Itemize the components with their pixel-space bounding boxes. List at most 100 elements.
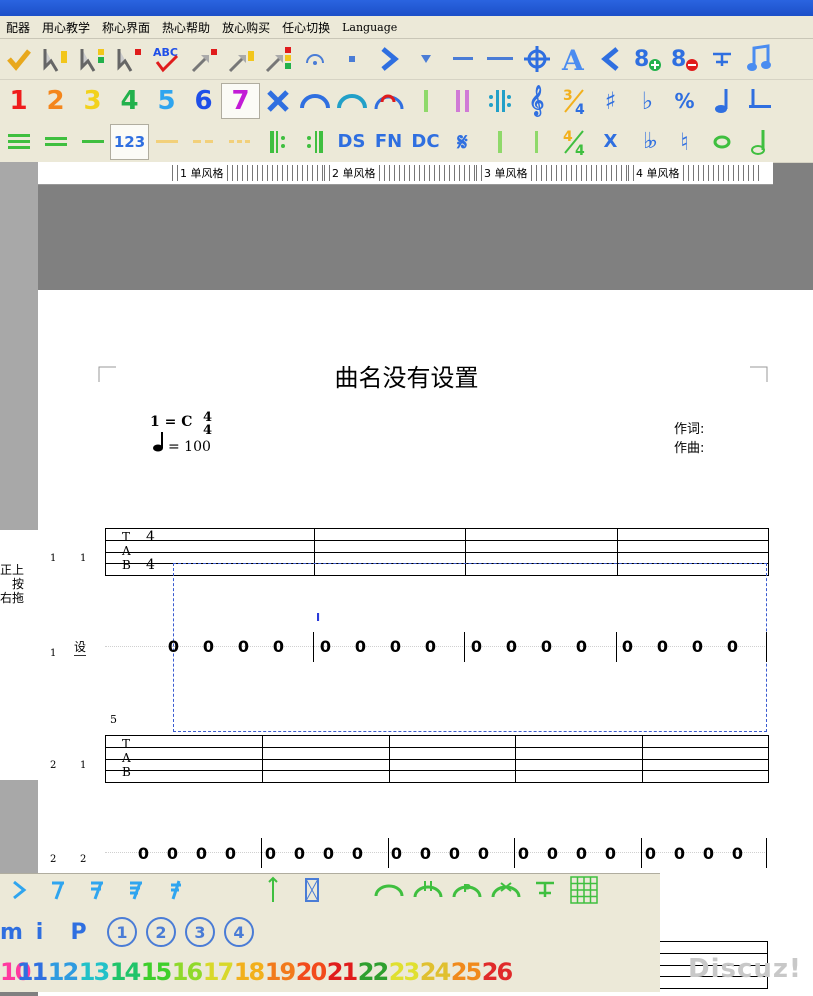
- single-line-icon[interactable]: [74, 125, 111, 159]
- rest-note[interactable]: 0: [610, 637, 645, 656]
- tie-symbol-icon[interactable]: [703, 42, 740, 76]
- repeat-bar-icon[interactable]: [481, 84, 518, 118]
- treble-clef-icon[interactable]: 𝄞: [518, 84, 555, 118]
- turn-p-icon[interactable]: P: [447, 879, 486, 907]
- finger-i-button[interactable]: i: [20, 920, 59, 945]
- repeat-end-icon[interactable]: [296, 125, 333, 159]
- jianpu-measure[interactable]: 0000: [256, 844, 372, 863]
- rest-note[interactable]: 0: [191, 637, 226, 656]
- tab-staff[interactable]: T A B: [105, 735, 769, 783]
- segno-icon[interactable]: 𝄋: [444, 125, 481, 159]
- rest-note[interactable]: 0: [378, 637, 413, 656]
- menu-tutorial[interactable]: 用心教学: [36, 19, 96, 36]
- bar-green-thin-icon[interactable]: [518, 125, 555, 159]
- dc-button[interactable]: DC: [407, 125, 444, 159]
- rest-note[interactable]: 0: [680, 637, 715, 656]
- select-arrow-yellow-icon[interactable]: [37, 42, 74, 76]
- select-arrow-green-icon[interactable]: [74, 42, 111, 76]
- arrow-yellow-icon[interactable]: [222, 42, 259, 76]
- tie-icon[interactable]: [333, 84, 370, 118]
- composer-label[interactable]: 作曲:: [674, 437, 704, 456]
- arrow-traffic-icon[interactable]: [259, 42, 296, 76]
- jianpu-measure[interactable]: 0000: [382, 844, 498, 863]
- string-2-button[interactable]: 2: [146, 917, 176, 947]
- mordent-icon[interactable]: [369, 880, 408, 906]
- repeat-start-icon[interactable]: [259, 125, 296, 159]
- long-dash-icon[interactable]: [481, 42, 518, 76]
- double-bar-icon[interactable]: [444, 84, 481, 118]
- ruler-segment[interactable]: 3 单风格: [476, 165, 630, 181]
- fret-20-button[interactable]: 20: [295, 958, 327, 986]
- dot-icon[interactable]: [333, 42, 370, 76]
- dash-note-icon[interactable]: [740, 84, 777, 118]
- quarter-note-icon[interactable]: [703, 84, 740, 118]
- row-settings-label[interactable]: 设: [74, 638, 87, 656]
- fret-21-button[interactable]: 21: [326, 958, 358, 986]
- percent-icon[interactable]: %: [666, 84, 703, 118]
- crosshair-icon[interactable]: [518, 42, 555, 76]
- rest-note[interactable]: 0: [226, 637, 261, 656]
- x-button[interactable]: X: [592, 125, 629, 159]
- string-3-button[interactable]: 3: [185, 917, 215, 947]
- fret-19-button[interactable]: 19: [264, 958, 296, 986]
- rest-note[interactable]: 0: [564, 637, 599, 656]
- fret-25-button[interactable]: 25: [450, 958, 482, 986]
- ruler-segment[interactable]: 4 单风格: [628, 165, 760, 181]
- underline-dashed-icon[interactable]: [185, 125, 222, 159]
- double-line-icon[interactable]: [37, 125, 74, 159]
- strum-2-icon[interactable]: [78, 877, 117, 909]
- natural-icon[interactable]: ♮: [666, 125, 703, 159]
- rest-note[interactable]: 0: [413, 637, 448, 656]
- fret-15-button[interactable]: 15: [140, 958, 172, 986]
- note-6-button[interactable]: 6: [185, 84, 222, 118]
- jianpu-measure[interactable]: 0000: [636, 844, 752, 863]
- time-signature[interactable]: 4 4: [203, 411, 212, 437]
- rest-note[interactable]: 0: [216, 844, 245, 863]
- jianpu-measure[interactable]: 0000: [156, 637, 296, 656]
- rest-note[interactable]: 0: [645, 637, 680, 656]
- rest-note[interactable]: 0: [509, 844, 538, 863]
- fret-13-button[interactable]: 13: [78, 958, 110, 986]
- note-5-button[interactable]: 5: [148, 84, 185, 118]
- fret-10-button[interactable]: 10: [0, 958, 31, 986]
- rest-note[interactable]: 0: [469, 844, 498, 863]
- rest-note[interactable]: 0: [411, 844, 440, 863]
- spell-check-icon[interactable]: ABC: [148, 42, 185, 76]
- menu-language[interactable]: Language: [336, 21, 403, 34]
- select-arrow-red-icon[interactable]: [111, 42, 148, 76]
- underline-solid-icon[interactable]: [148, 125, 185, 159]
- checkmark-icon[interactable]: [0, 42, 37, 76]
- rest-note[interactable]: 0: [129, 844, 158, 863]
- rest-note[interactable]: 0: [636, 844, 665, 863]
- fn-button[interactable]: FN: [370, 125, 407, 159]
- rest-note[interactable]: 0: [596, 844, 625, 863]
- fret-24-button[interactable]: 24: [419, 958, 451, 986]
- rest-note[interactable]: 0: [538, 844, 567, 863]
- box-bracket-icon[interactable]: [292, 877, 331, 909]
- rest-note[interactable]: 0: [343, 637, 378, 656]
- strum-4-icon[interactable]: [156, 877, 195, 909]
- rest-note[interactable]: 0: [158, 844, 187, 863]
- bar-green-icon[interactable]: [481, 125, 518, 159]
- ruler-segment[interactable]: 1 单风格: [172, 165, 326, 181]
- rest-note[interactable]: 0: [343, 844, 372, 863]
- string-1-button[interactable]: 1: [107, 917, 137, 947]
- rest-note[interactable]: 0: [567, 844, 596, 863]
- rest-note[interactable]: 0: [156, 637, 191, 656]
- note-4-button[interactable]: 4: [111, 84, 148, 118]
- string-4-button[interactable]: 4: [224, 917, 254, 947]
- note-1-button[interactable]: 1: [0, 84, 37, 118]
- turn-x-icon[interactable]: [486, 879, 525, 907]
- jianpu-measure[interactable]: 0000: [610, 637, 750, 656]
- rest-note[interactable]: 0: [440, 844, 469, 863]
- note-2-button[interactable]: 2: [37, 84, 74, 118]
- ruler-segment[interactable]: 2 单风格: [324, 165, 478, 181]
- menu-help[interactable]: 热心帮助: [156, 19, 216, 36]
- chevron-left-icon[interactable]: [592, 42, 629, 76]
- ds-button[interactable]: DS: [333, 125, 370, 159]
- key-signature[interactable]: 1 = C: [150, 414, 192, 430]
- tie-bracket-icon[interactable]: [525, 879, 564, 907]
- triangle-down-icon[interactable]: [407, 42, 444, 76]
- fret-16-button[interactable]: 16: [171, 958, 203, 986]
- remove-measure-icon[interactable]: 8: [666, 42, 703, 76]
